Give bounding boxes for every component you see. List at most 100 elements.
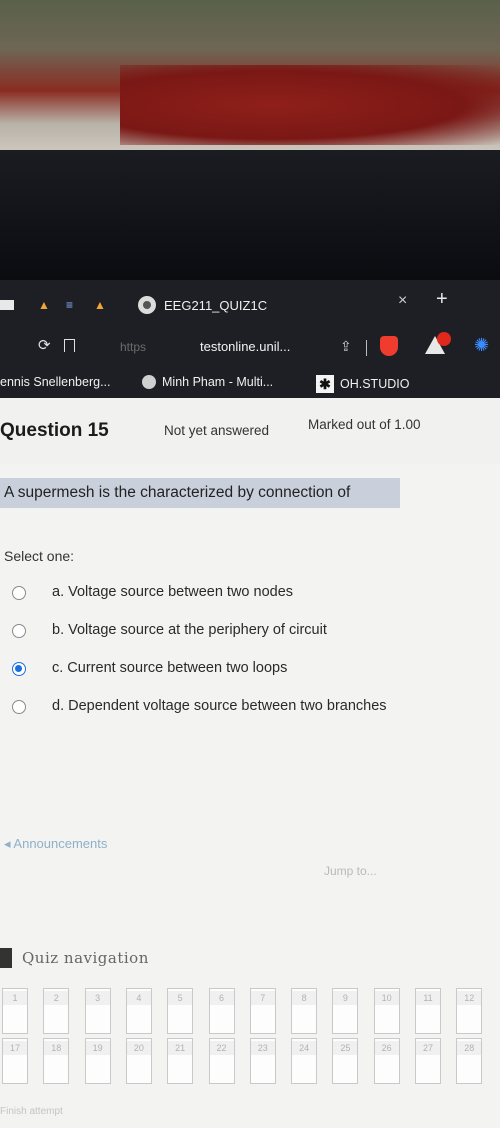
question-info: Question 15 Not yet answered Marked out … bbox=[0, 398, 500, 464]
quiz-nav-button[interactable]: 8 bbox=[291, 988, 318, 1034]
quiz-nav-number: 22 bbox=[209, 1041, 234, 1055]
bookmark-label: OH.STUDIO bbox=[340, 377, 410, 391]
quiz-nav-button[interactable]: 17 bbox=[2, 1038, 28, 1084]
radio-b[interactable] bbox=[12, 624, 26, 638]
quiz-nav-number: 1 bbox=[3, 991, 27, 1005]
quiz-nav-button[interactable]: 20 bbox=[125, 1038, 152, 1084]
option-label: c. Current source between two loops bbox=[52, 660, 288, 676]
quiz-page: Question 15 Not yet answered Marked out … bbox=[0, 398, 500, 1128]
asterisk-icon: ✱ bbox=[316, 375, 334, 393]
quiz-nav-button[interactable]: 7 bbox=[249, 988, 276, 1034]
collapse-toggle[interactable] bbox=[0, 948, 12, 968]
quiz-nav-button[interactable]: 11 bbox=[415, 988, 441, 1034]
rewards-badge bbox=[437, 332, 451, 346]
bookmark-icon[interactable] bbox=[64, 339, 75, 352]
photo-background bbox=[0, 0, 500, 165]
quiz-nav-number: 23 bbox=[250, 1041, 275, 1055]
radio-c[interactable] bbox=[12, 662, 26, 676]
tab-title: EEG211_QUIZ1C bbox=[164, 297, 268, 313]
question-status: Not yet answered bbox=[164, 423, 270, 438]
address-bar[interactable]: testonline.unil... bbox=[200, 339, 290, 354]
quiz-nav-number: 21 bbox=[168, 1041, 193, 1055]
question-text-box: A supermesh is the characterized by conn… bbox=[0, 478, 400, 508]
option-label: a. Voltage source between two nodes bbox=[52, 584, 294, 600]
reload-icon[interactable]: ⟳ bbox=[38, 336, 51, 354]
quiz-nav-number: 11 bbox=[416, 991, 440, 1005]
quiz-nav-number: 7 bbox=[250, 991, 275, 1005]
bookmark-label: ennis Snellenberg... bbox=[0, 375, 111, 389]
extension-icon[interactable]: ✺ bbox=[474, 335, 489, 356]
quiz-nav-number: 25 bbox=[333, 1041, 358, 1055]
quiz-nav-button[interactable]: 21 bbox=[167, 1038, 194, 1084]
tab-icon-2[interactable]: ▲ bbox=[38, 299, 52, 311]
bookmark-item[interactable]: Minh Pham - Multi... bbox=[142, 375, 273, 389]
url-scheme[interactable]: https bbox=[120, 340, 146, 354]
quiz-nav-number: 5 bbox=[168, 991, 193, 1005]
radio-a[interactable] bbox=[12, 586, 26, 600]
quiz-nav-button[interactable]: 28 bbox=[456, 1038, 483, 1084]
new-tab-button[interactable]: + bbox=[436, 288, 448, 311]
bookmark-item[interactable]: ✱ OH.STUDIO bbox=[316, 375, 409, 393]
quiz-nav-button[interactable]: 19 bbox=[84, 1038, 111, 1084]
quiz-navigation-header: Quiz navigation bbox=[0, 948, 149, 968]
answer-option-b[interactable]: b. Voltage source at the periphery of ci… bbox=[0, 618, 500, 644]
tab-icon-3[interactable]: ≡ bbox=[66, 299, 80, 311]
quiz-nav-number: 4 bbox=[126, 991, 151, 1005]
option-label: b. Voltage source at the periphery of ci… bbox=[52, 622, 327, 638]
quiz-nav-number: 2 bbox=[44, 991, 69, 1005]
quiz-nav-button[interactable]: 9 bbox=[332, 988, 359, 1034]
quiz-nav-button[interactable]: 24 bbox=[291, 1038, 318, 1084]
monitor-bezel bbox=[0, 150, 500, 280]
quiz-nav-button[interactable]: 1 bbox=[2, 988, 28, 1034]
tab-icon-1[interactable] bbox=[0, 300, 14, 310]
previous-activity-link[interactable]: ◂ Announcements bbox=[4, 836, 107, 852]
quiz-nav-button[interactable]: 12 bbox=[456, 988, 483, 1034]
quiz-nav-number: 12 bbox=[457, 991, 482, 1005]
browser-chrome: ▲ ≡ ▲ EEG211_QUIZ1C × + ⟳ https testonli… bbox=[0, 280, 500, 398]
photo-cloth bbox=[120, 65, 500, 145]
question-text: A supermesh is the characterized by conn… bbox=[4, 484, 351, 501]
quiz-nav-button[interactable]: 27 bbox=[415, 1038, 441, 1084]
divider bbox=[366, 340, 367, 356]
quiz-nav-button[interactable]: 3 bbox=[84, 988, 111, 1034]
tab-icon-4[interactable]: ▲ bbox=[94, 299, 108, 311]
jump-to-select[interactable]: Jump to... bbox=[324, 864, 377, 878]
address-row: ⟳ https testonline.unil... ⇪ ✺ bbox=[0, 332, 500, 362]
quiz-nav-button[interactable]: 23 bbox=[249, 1038, 276, 1084]
quiz-nav-button[interactable]: 25 bbox=[332, 1038, 359, 1084]
answer-option-c[interactable]: c. Current source between two loops bbox=[0, 656, 500, 682]
quiz-nav-button[interactable]: 2 bbox=[43, 988, 70, 1034]
quiz-nav-button[interactable]: 22 bbox=[208, 1038, 235, 1084]
quiz-nav-number: 18 bbox=[44, 1041, 69, 1055]
quiz-nav-button[interactable]: 26 bbox=[373, 1038, 400, 1084]
brave-shield-icon[interactable] bbox=[380, 336, 398, 356]
radio-d[interactable] bbox=[12, 700, 26, 714]
quiz-nav-number: 27 bbox=[416, 1041, 440, 1055]
quiz-nav-number: 10 bbox=[374, 991, 399, 1005]
select-prompt: Select one: bbox=[4, 548, 75, 564]
quiz-navigation-title: Quiz navigation bbox=[22, 949, 149, 967]
bookmarks-bar: ennis Snellenberg... Minh Pham - Multi..… bbox=[0, 368, 500, 398]
site-favicon-icon bbox=[138, 296, 156, 314]
quiz-nav-button[interactable]: 5 bbox=[167, 988, 194, 1034]
answer-option-a[interactable]: a. Voltage source between two nodes bbox=[0, 580, 500, 606]
question-mark: Marked out of 1.00 bbox=[308, 417, 421, 432]
quiz-nav-number: 9 bbox=[333, 991, 358, 1005]
answer-option-d[interactable]: d. Dependent voltage source between two … bbox=[0, 694, 500, 720]
quiz-nav-button[interactable]: 6 bbox=[208, 988, 235, 1034]
close-tab-icon[interactable]: × bbox=[398, 292, 407, 310]
quiz-nav-number: 19 bbox=[85, 1041, 110, 1055]
quiz-nav-number: 8 bbox=[292, 991, 317, 1005]
quiz-nav-button[interactable]: 18 bbox=[43, 1038, 70, 1084]
share-icon[interactable]: ⇪ bbox=[340, 338, 352, 355]
bookmark-label: Minh Pham - Multi... bbox=[162, 375, 274, 389]
quiz-nav-number: 28 bbox=[457, 1041, 482, 1055]
tab-active[interactable]: EEG211_QUIZ1C bbox=[138, 296, 267, 314]
bookmark-item[interactable]: ennis Snellenberg... bbox=[0, 375, 111, 389]
quiz-nav-number: 6 bbox=[209, 991, 234, 1005]
finish-attempt-link[interactable]: Finish attempt bbox=[0, 1106, 63, 1117]
quiz-nav-button[interactable]: 4 bbox=[125, 988, 152, 1034]
question-number: Question 15 bbox=[0, 420, 109, 441]
quiz-nav-button[interactable]: 10 bbox=[373, 988, 400, 1034]
quiz-nav-number: 17 bbox=[3, 1041, 27, 1055]
